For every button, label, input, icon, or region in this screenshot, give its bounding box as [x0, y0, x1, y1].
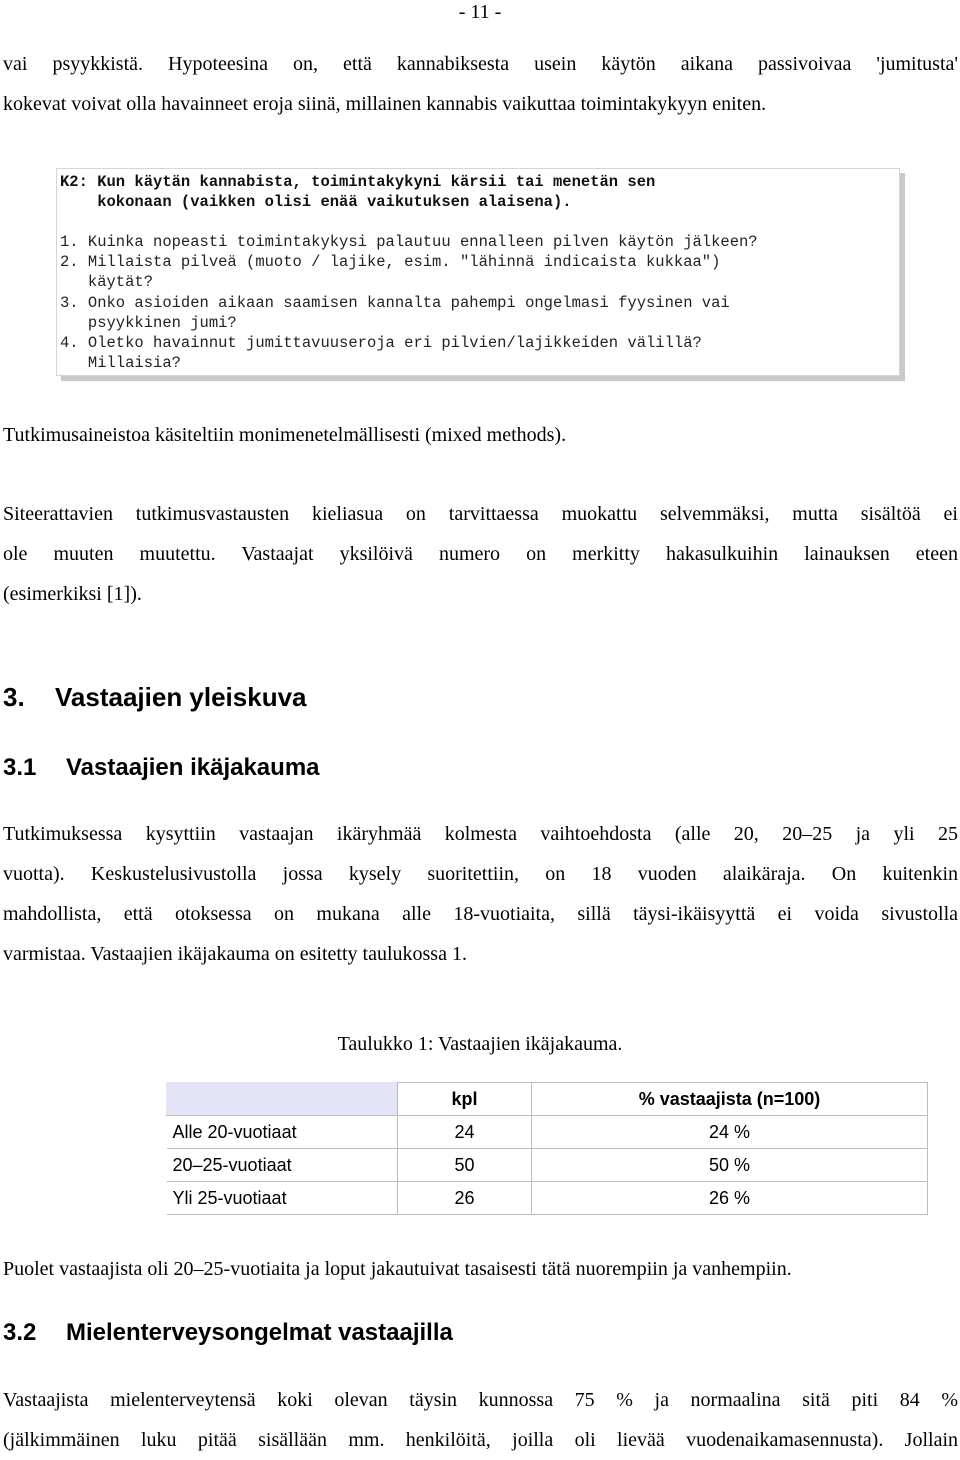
- section-heading-3-1: 3.1 Vastaajien ikäjakauma: [3, 752, 320, 784]
- intro-line-1: vai psyykkistä. Hypoteesina on, että kan…: [3, 53, 958, 75]
- section-title: Vastaajien ikäjakauma: [66, 754, 320, 781]
- table-row: Alle 20-vuotiaat 24 24 %: [166, 1115, 928, 1149]
- table-cell-percent: 24 %: [531, 1115, 928, 1149]
- age-line-2: vuotta). Keskustelusivustolla jossa kyse…: [3, 863, 958, 885]
- question-title-line-2: kokonaan (vaikken olisi enää vaikutuksen…: [60, 193, 572, 211]
- page-number: - 11 -: [458, 1, 502, 23]
- summary-paragraph: Puolet vastaajista oli 20–25-vuotiaita j…: [3, 1258, 792, 1280]
- intro-paragraph: vai psyykkistä. Hypoteesina on, että kan…: [3, 44, 958, 124]
- table-cell-group: 20–25-vuotiaat: [166, 1148, 398, 1182]
- table-cell-group: Yli 25-vuotiaat: [166, 1181, 398, 1215]
- table-cell-count: 24: [397, 1115, 532, 1149]
- mental-health-paragraph: Vastaajista mielenterveytensä koki oleva…: [3, 1380, 958, 1460]
- age-distribution-table: kpl % vastaajista (n=100) Alle 20-vuotia…: [166, 1082, 928, 1215]
- question-item-continuation: psyykkinen jumi?: [60, 313, 237, 332]
- question-item: 4. Oletko havainnut jumittavuuseroja eri…: [60, 334, 702, 353]
- question-box-title: K2: Kun käytän kannabista, toimintakykyn…: [60, 172, 655, 212]
- quotes-paragraph: Siteerattavien tutkimusvastausten kielia…: [3, 494, 958, 614]
- question-item: 2. Millaista pilveä (muoto / lajike, esi…: [60, 253, 721, 272]
- quotes-line-1: Siteerattavien tutkimusvastausten kielia…: [3, 503, 958, 525]
- mental-health-line-2: (jälkimmäinen luku pitää sisällään mm. h…: [3, 1429, 958, 1451]
- table-row: Yli 25-vuotiaat 26 26 %: [166, 1181, 928, 1215]
- question-item-continuation: käytät?: [60, 273, 154, 292]
- question-item: 1. Kuinka nopeasti toimintakykysi palaut…: [60, 233, 758, 251]
- section-title: Vastaajien yleiskuva: [55, 682, 307, 712]
- section-title: Mielenterveysongelmat vastaajilla: [66, 1319, 453, 1346]
- table-cell-percent: 50 %: [531, 1148, 928, 1182]
- question-box: K2: Kun käytän kannabista, toimintakykyn…: [56, 168, 900, 376]
- table-caption: Taulukko 1: Vastaajien ikäjakauma.: [337, 1033, 623, 1055]
- question-title-line-1: K2: Kun käytän kannabista, toimintakykyn…: [60, 173, 656, 191]
- age-line-3: mahdollista, että otoksessa on mukana al…: [3, 903, 958, 925]
- table-header-cell: kpl: [397, 1082, 532, 1116]
- age-line-4: varmistaa. Vastaajien ikäjakauma on esit…: [3, 943, 467, 965]
- question-item-continuation: Millaisia?: [60, 354, 181, 373]
- mental-health-line-1: Vastaajista mielenterveytensä koki oleva…: [3, 1389, 958, 1411]
- age-line-1: Tutkimuksessa kysyttiin vastaajan ikäryh…: [3, 823, 958, 845]
- section-heading-3: 3. Vastaajien yleiskuva: [3, 680, 307, 714]
- table-header-row: kpl % vastaajista (n=100): [166, 1082, 928, 1116]
- table-cell-count: 50: [397, 1148, 532, 1182]
- table-cell-percent: 26 %: [531, 1181, 928, 1215]
- section-number: 3.2: [3, 1319, 37, 1346]
- table-cell-count: 26: [397, 1181, 532, 1215]
- table-header-cell: [166, 1082, 398, 1116]
- quotes-line-3: (esimerkiksi [1]).: [3, 583, 142, 605]
- section-number: 3.: [3, 682, 25, 712]
- section-heading-3-2: 3.2 Mielenterveysongelmat vastaajilla: [3, 1317, 453, 1349]
- age-paragraph: Tutkimuksessa kysyttiin vastaajan ikäryh…: [3, 814, 958, 974]
- question-item: 3. Onko asioiden aikaan saamisen kannalt…: [60, 293, 730, 312]
- intro-line-2: kokevat voivat olla havainneet eroja sii…: [3, 93, 767, 115]
- table-cell-group: Alle 20-vuotiaat: [166, 1115, 398, 1149]
- table-header-cell: % vastaajista (n=100): [531, 1082, 928, 1116]
- methods-paragraph: Tutkimusaineistoa käsiteltiin monimenete…: [3, 424, 567, 446]
- table-row: 20–25-vuotiaat 50 50 %: [166, 1148, 928, 1182]
- question-list: 1. Kuinka nopeasti toimintakykysi palaut…: [60, 232, 758, 373]
- quotes-line-2: ole muuten muutettu. Vastaajat yksilöivä…: [3, 543, 958, 565]
- section-number: 3.1: [3, 754, 37, 781]
